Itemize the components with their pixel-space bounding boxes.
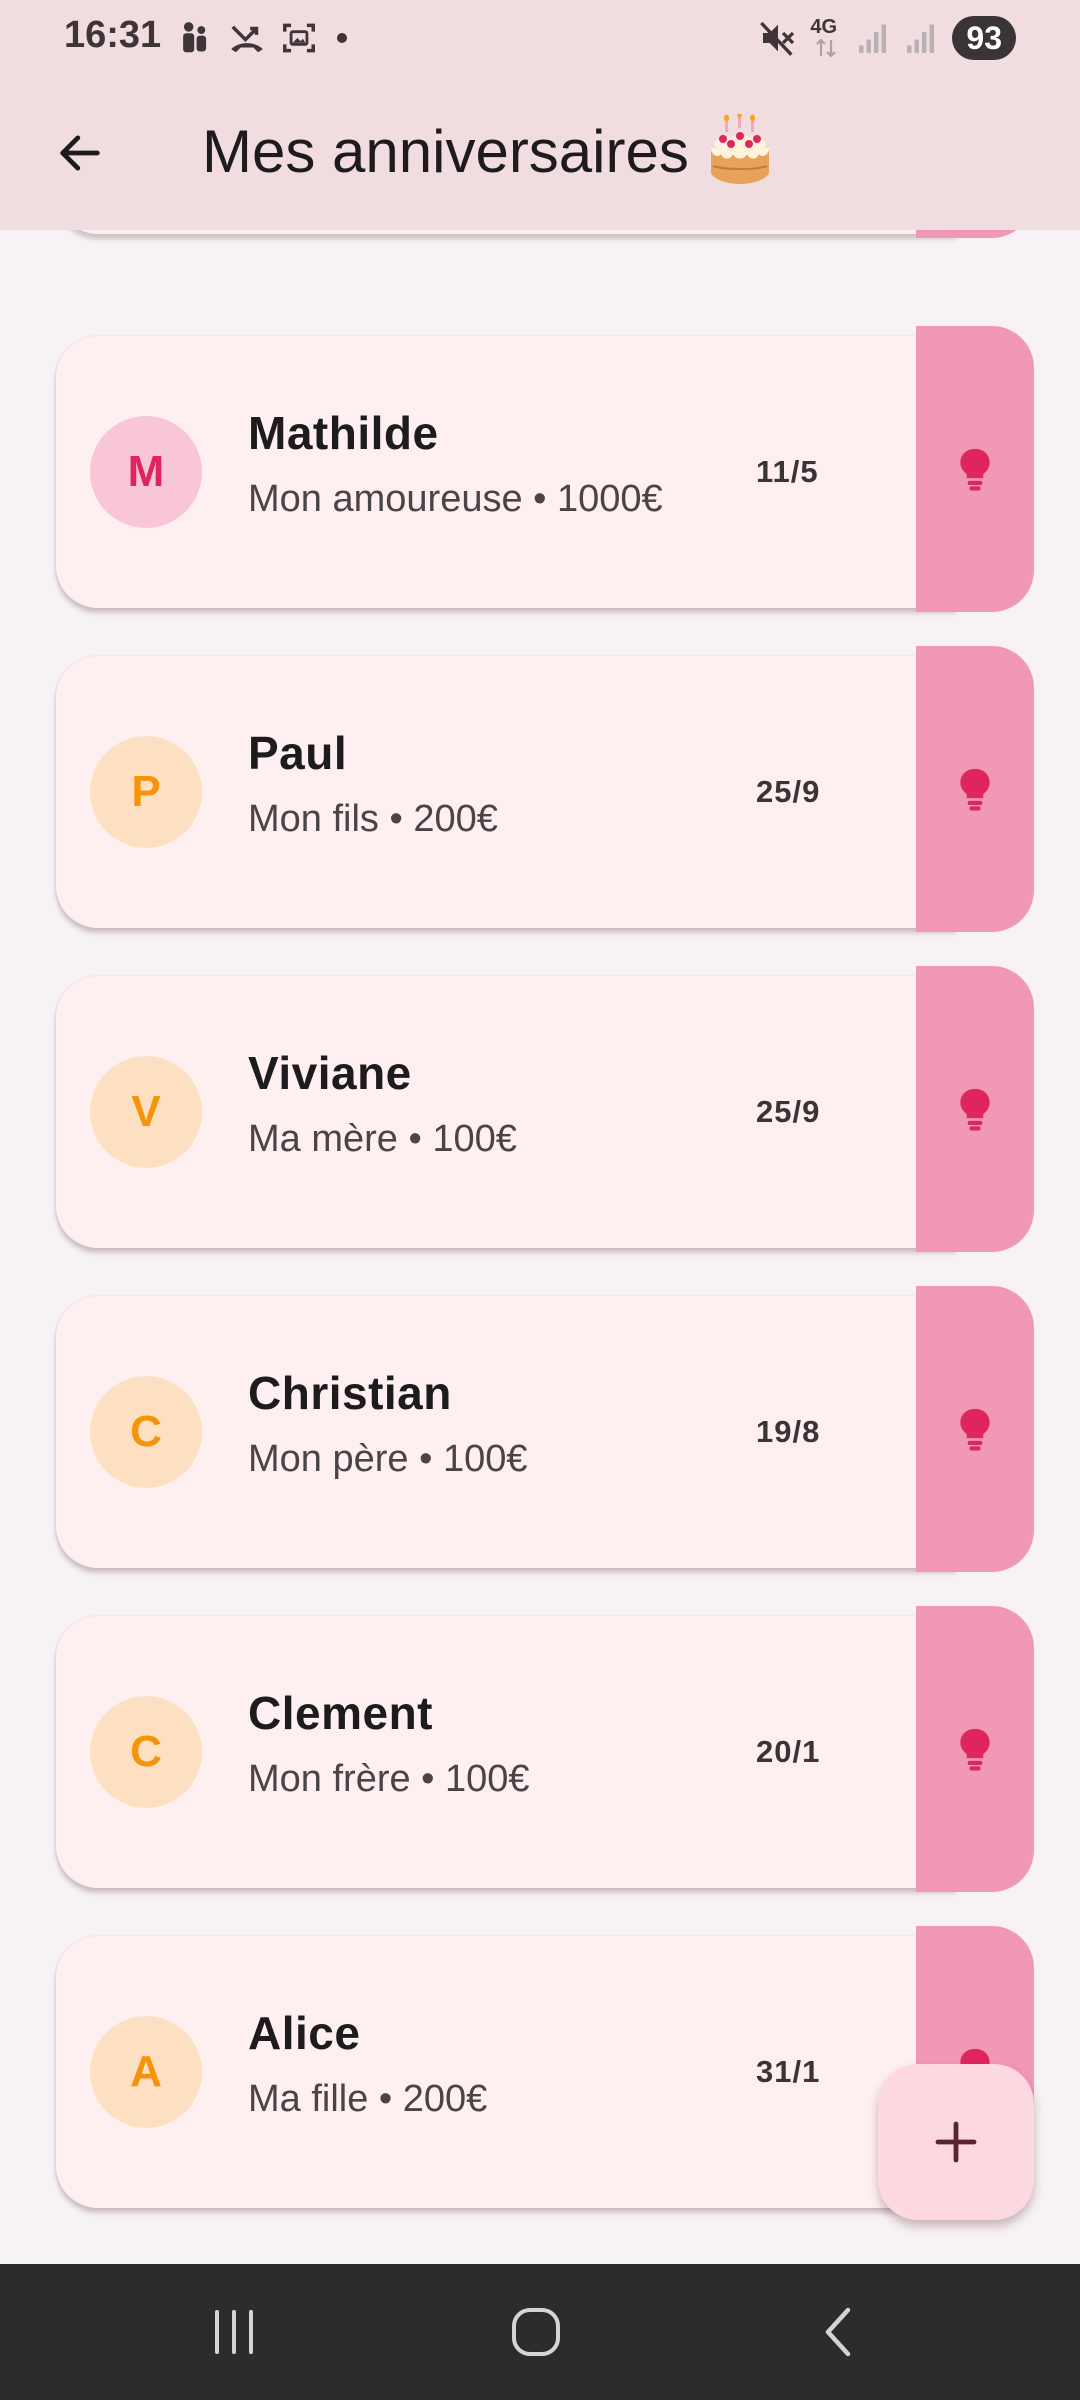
birthday-list[interactable]: M Mathilde Mon amoureuse • 1000€ 11/5 P … [0, 230, 1080, 2262]
person-name: Alice [248, 2007, 361, 2059]
mute-icon [760, 21, 795, 56]
birthday-date: 25/9 [756, 1094, 821, 1129]
person-relation-budget: Mon fils • 200€ [248, 798, 498, 840]
card-body[interactable]: C Christian Mon père • 100€ 19/8 [56, 1296, 956, 1568]
person-relation-budget: Ma fille • 200€ [248, 2078, 488, 2120]
add-birthday-button[interactable] [878, 2064, 1034, 2220]
birthday-card-clement[interactable]: C Clement Mon frère • 100€ 20/1 [56, 1606, 1034, 1892]
avatar: M [90, 416, 202, 528]
nav-back-button[interactable] [778, 2292, 898, 2372]
dot-icon [337, 33, 347, 43]
signal-icon [907, 24, 935, 53]
avatar: V [90, 1056, 202, 1168]
home-icon [512, 2308, 560, 2356]
page-title-text: Mes anniversaires [202, 117, 689, 185]
avatar: P [90, 736, 202, 848]
network-label: 4G [810, 16, 838, 38]
lightbulb-icon [960, 1728, 990, 1771]
birthday-date: 31/1 [756, 2054, 821, 2089]
person-relation-budget: Mon amoureuse • 1000€ [248, 478, 663, 520]
recent-apps-button[interactable] [174, 2292, 294, 2372]
gift-idea-button[interactable] [916, 646, 1034, 932]
screenshot-icon [283, 23, 315, 53]
avatar: A [90, 2016, 202, 2128]
network-4g-icon: 4G [810, 16, 844, 60]
card-body[interactable]: V Viviane Ma mère • 100€ 25/9 [56, 976, 956, 1248]
lightbulb-icon [960, 1408, 990, 1451]
people-icon [183, 22, 207, 53]
person-relation-budget: Mon père • 100€ [248, 1438, 528, 1480]
partial-card-body [56, 230, 956, 234]
home-button[interactable] [476, 2292, 596, 2372]
person-relation-budget: Ma mère • 100€ [248, 1118, 517, 1160]
gift-idea-button[interactable] [916, 1606, 1034, 1892]
birthday-date: 25/9 [756, 774, 821, 809]
status-bar: 16:31 4G 93 [0, 0, 1080, 76]
gift-idea-button[interactable] [916, 966, 1034, 1252]
recent-apps-icon [215, 2310, 253, 2354]
lightbulb-icon [960, 768, 990, 811]
back-button[interactable] [40, 113, 120, 193]
lightbulb-icon [960, 1088, 990, 1131]
gift-idea-button[interactable] [916, 326, 1034, 612]
lightbulb-icon [960, 448, 990, 491]
status-right-icons: 4G 93 [758, 14, 1016, 62]
add-icon [935, 2121, 977, 2163]
partial-card-side [916, 230, 1034, 238]
person-relation-budget: Mon frère • 100€ [248, 1758, 530, 1800]
status-left-icons [176, 16, 352, 60]
system-nav-bar [0, 2264, 1080, 2400]
card-body[interactable]: C Clement Mon frère • 100€ 20/1 [56, 1616, 956, 1888]
birthday-card-viviane[interactable]: V Viviane Ma mère • 100€ 25/9 [56, 966, 1034, 1252]
person-name: Viviane [248, 1047, 412, 1099]
birthday-date: 19/8 [756, 1414, 821, 1449]
page-title: Mes anniversaires [202, 114, 775, 188]
gift-idea-button[interactable] [916, 1286, 1034, 1572]
missed-call-icon [231, 25, 263, 53]
person-name: Paul [248, 727, 348, 779]
signal-icon [859, 24, 887, 53]
avatar: C [90, 1696, 202, 1808]
status-time: 16:31 [64, 14, 162, 56]
person-name: Clement [248, 1687, 433, 1739]
birthday-date: 20/1 [756, 1734, 821, 1769]
back-icon [825, 2307, 851, 2357]
battery-indicator: 93 [952, 16, 1016, 60]
person-name: Mathilde [248, 407, 439, 459]
arrow-back-icon [60, 135, 100, 171]
avatar: C [90, 1376, 202, 1488]
birthday-card-christian[interactable]: C Christian Mon père • 100€ 19/8 [56, 1286, 1034, 1572]
card-body[interactable]: A Alice Ma fille • 200€ 31/1 [56, 1936, 956, 2208]
list-item-partial [56, 230, 1034, 240]
birthday-card-mathilde[interactable]: M Mathilde Mon amoureuse • 1000€ 11/5 [56, 326, 1034, 612]
app-bar: Mes anniversaires [0, 76, 1080, 230]
birthday-cake-icon [710, 114, 769, 184]
birthday-date: 11/5 [756, 454, 819, 489]
birthday-card-paul[interactable]: P Paul Mon fils • 200€ 25/9 [56, 646, 1034, 932]
person-name: Christian [248, 1367, 452, 1419]
card-body[interactable]: P Paul Mon fils • 200€ 25/9 [56, 656, 956, 928]
card-body[interactable]: M Mathilde Mon amoureuse • 1000€ 11/5 [56, 336, 956, 608]
